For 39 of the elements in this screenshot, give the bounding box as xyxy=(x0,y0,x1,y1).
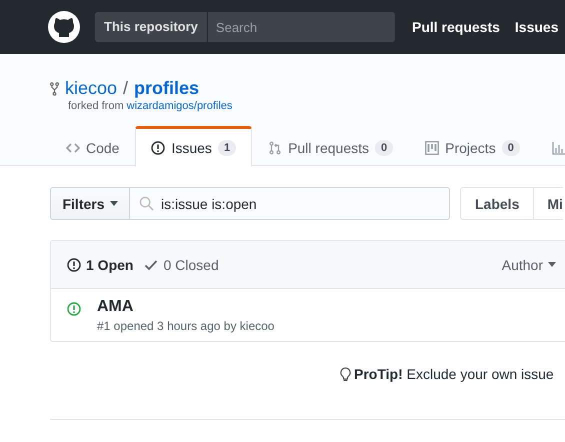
nav-link[interactable]: Pull requests xyxy=(412,19,500,35)
bar-graph-icon xyxy=(552,140,565,154)
count-badge: 1 xyxy=(218,140,236,156)
fork-source-link[interactable]: wizardamigos/profiles xyxy=(126,100,232,112)
owner-link[interactable]: kiecoo xyxy=(65,78,118,99)
project-board-icon xyxy=(425,140,440,154)
repo-tab[interactable]: Pull requests 0 xyxy=(252,126,410,167)
pull-request-icon xyxy=(268,140,282,154)
count-badge: 0 xyxy=(502,140,520,156)
filter-tab-button[interactable]: Mi xyxy=(534,187,563,220)
author-dropdown[interactable]: Author xyxy=(502,256,556,272)
fork-icon xyxy=(50,82,59,96)
protip-text: ProTip! Exclude your own issue xyxy=(354,366,554,382)
search-icon xyxy=(139,196,154,211)
cat-logo-icon[interactable] xyxy=(48,11,80,43)
issue-icon xyxy=(67,258,81,272)
repo-tab[interactable]: Projects 0 xyxy=(409,126,536,167)
check-icon xyxy=(144,258,158,272)
search-scope[interactable]: This repository xyxy=(95,12,208,42)
state-filter-link[interactable]: 0 Closed xyxy=(144,256,219,272)
issue-meta: #1 opened 3 hours ago by kiecoo xyxy=(97,319,274,333)
issue-title-link[interactable]: AMA xyxy=(97,298,274,316)
forked-label: forked from xyxy=(68,100,124,112)
count-badge: 0 xyxy=(375,140,394,156)
issue-search-field[interactable]: is:issue is:open xyxy=(130,187,450,220)
nav-link[interactable]: Issues xyxy=(514,19,559,35)
repo-tab[interactable]: Issues 1 xyxy=(135,126,252,167)
caret-icon xyxy=(110,201,118,206)
lightbulb-icon xyxy=(340,366,351,382)
code-icon xyxy=(66,140,80,154)
filters-button[interactable]: Filters xyxy=(50,187,130,220)
search-field[interactable]: This repository Search xyxy=(95,12,395,42)
state-filter-link[interactable]: 1 Open xyxy=(67,256,134,272)
repo-name-link[interactable]: profiles xyxy=(134,78,200,99)
issue-icon xyxy=(151,140,166,154)
filter-tab-button[interactable]: Labels xyxy=(460,187,534,220)
caret-icon xyxy=(548,262,556,267)
path-separator: / xyxy=(123,78,128,99)
repo-tab[interactable]: Code xyxy=(50,126,136,167)
